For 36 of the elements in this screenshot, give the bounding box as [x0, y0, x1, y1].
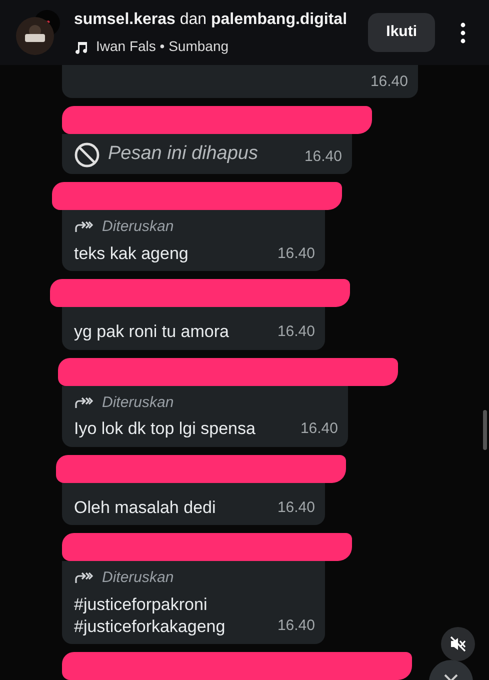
- audio-track-link[interactable]: Iwan Fals • Sumbang: [96, 36, 229, 57]
- forward-icon: [74, 396, 94, 410]
- post-title[interactable]: sumsel.keras dan palembang.digital: [74, 8, 360, 32]
- message-time: 16.40: [277, 498, 315, 518]
- message-time: 16.40: [277, 322, 315, 342]
- deleted-message-text: Pesan ini dihapus: [108, 142, 259, 166]
- forward-icon: [74, 220, 94, 234]
- message-bubble[interactable]: yg pak roni tu amora 16.40: [62, 307, 325, 350]
- message-time: 16.40: [277, 244, 315, 264]
- message-text: teks kak ageng: [74, 242, 190, 264]
- message-bubble[interactable]: Diteruskan #justiceforpakroni #justiceforkakageng 16.40: [62, 561, 325, 644]
- message-text: #justiceforpakroni #justiceforkakageng: [74, 594, 226, 638]
- forwarded-label: Diteruskan: [102, 568, 174, 588]
- prohibited-icon: [74, 142, 100, 168]
- music-note-icon: [74, 40, 88, 54]
- message-bubble[interactable]: Diteruskan teks kak ageng 16.40: [62, 210, 325, 271]
- message-text: yg pak roni tu amora: [74, 321, 230, 343]
- chevron-down-icon: [443, 673, 459, 680]
- message-bubble[interactable]: 16.40: [62, 65, 418, 98]
- follow-button[interactable]: Ikuti: [368, 13, 435, 52]
- forwarded-label: Diteruskan: [102, 217, 174, 237]
- message-bubble[interactable]: Oleh masalah dedi 16.40: [62, 482, 325, 525]
- scrollbar[interactable]: [483, 410, 487, 450]
- message-bubble[interactable]: Diteruskan Iyo lok dk top lgi spensa 16.40: [62, 386, 348, 446]
- message-text: Iyo lok dk top lgi spensa: [74, 418, 256, 440]
- forward-icon: [74, 571, 94, 586]
- message-time: 16.40: [300, 419, 338, 439]
- message-time: 16.40: [277, 616, 315, 636]
- message-time: 16.40: [304, 146, 342, 166]
- message-bubble[interactable]: Pesan ini dihapus 16.40: [62, 134, 352, 174]
- avatar-icon[interactable]: [14, 8, 62, 56]
- mute-button[interactable]: [441, 627, 475, 661]
- forwarded-label: Diteruskan: [102, 392, 174, 412]
- message-time: 16.40: [370, 72, 408, 92]
- message-text: Oleh masalah dedi: [74, 496, 217, 518]
- muted-speaker-icon: [449, 635, 467, 653]
